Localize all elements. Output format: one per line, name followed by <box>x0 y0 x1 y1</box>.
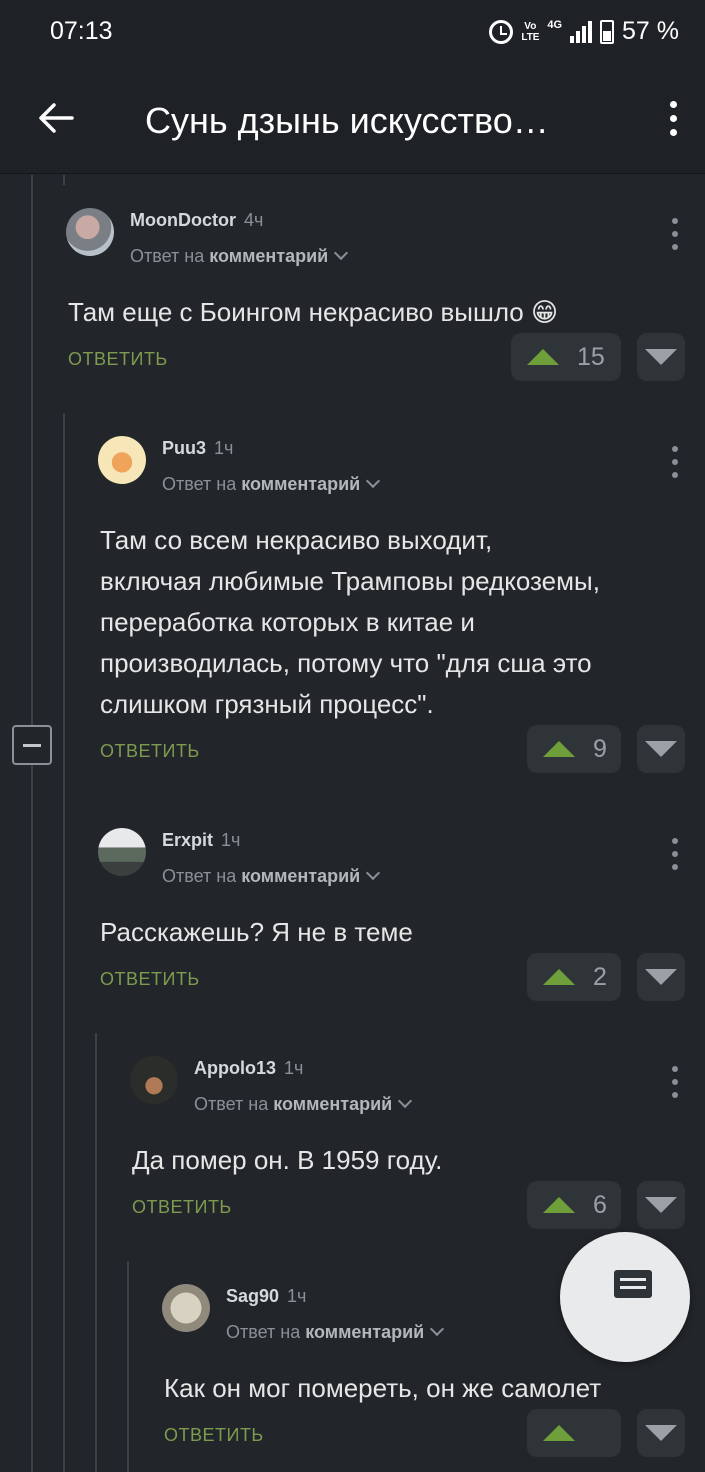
downvote-arrow-icon <box>645 969 677 985</box>
comment-age: 1ч <box>287 1286 307 1306</box>
downvote-button[interactable] <box>637 725 685 773</box>
upvote-button[interactable]: 9 <box>527 725 621 773</box>
page-title: Сунь дзынь искусство… <box>145 100 549 141</box>
avatar[interactable] <box>98 436 146 484</box>
reply-to-link[interactable]: Ответ на комментарий <box>162 865 381 887</box>
comment-menu-button[interactable] <box>669 218 681 250</box>
thread-line <box>127 1261 129 1472</box>
vote-count: 15 <box>577 342 605 371</box>
battery-icon <box>600 19 615 44</box>
comment: Appolo13 1ч Ответ на комментарий Да помер… <box>130 1056 705 1236</box>
comment-text: Там со всем некрасиво выходит, включая л… <box>100 525 600 719</box>
chevron-down-icon <box>334 245 349 261</box>
avatar[interactable] <box>130 1056 178 1104</box>
status-time: 07:13 <box>50 17 113 45</box>
downvote-button[interactable] <box>637 1181 685 1229</box>
overflow-menu-button[interactable] <box>655 96 691 140</box>
reply-button[interactable]: ОТВЕТИТЬ <box>68 349 168 370</box>
chevron-down-icon <box>430 1321 445 1337</box>
thread-line <box>95 1033 97 1472</box>
thread-line <box>63 175 65 185</box>
back-button[interactable] <box>34 96 80 142</box>
reply-button[interactable]: ОТВЕТИТЬ <box>132 1197 232 1218</box>
upvote-button[interactable] <box>527 1409 621 1457</box>
comment-author[interactable]: Erxpit 1ч <box>162 830 240 851</box>
chevron-down-icon <box>366 865 381 881</box>
comments-fab-button[interactable] <box>560 1232 690 1362</box>
avatar[interactable] <box>66 208 114 256</box>
vote-count: 9 <box>593 734 607 763</box>
reply-button[interactable]: ОТВЕТИТЬ <box>100 741 200 762</box>
upvote-arrow-icon <box>527 349 559 365</box>
thread-line <box>63 413 65 1472</box>
comment-author[interactable]: MoonDoctor 4ч <box>130 210 263 231</box>
volte-icon: Vo LTE <box>521 20 540 43</box>
avatar[interactable] <box>162 1284 210 1332</box>
vote-count: 2 <box>593 962 607 991</box>
comment: Puu3 1ч Ответ на комментарий Там со всем … <box>98 436 705 796</box>
status-bar: 07:13 Vo LTE 4G 57 % <box>0 0 705 66</box>
status-icons: Vo LTE 4G 57 % <box>489 17 679 46</box>
comment: MoonDoctor 4ч Ответ на комментарий Там ещ… <box>66 208 705 398</box>
comment-author[interactable]: Sag90 1ч <box>226 1286 306 1307</box>
chevron-down-icon <box>398 1093 413 1109</box>
comment-menu-button[interactable] <box>669 1066 681 1098</box>
alarm-icon <box>489 19 514 44</box>
avatar[interactable] <box>98 828 146 876</box>
comment-author[interactable]: Appolo13 1ч <box>194 1058 303 1079</box>
upvote-button[interactable]: 15 <box>511 333 621 381</box>
comment-age: 4ч <box>243 210 264 230</box>
back-arrow-icon <box>39 103 74 133</box>
collapse-thread-button[interactable] <box>12 725 52 765</box>
comment-text: Там еще с Боингом некрасиво вышло 😁 <box>68 297 559 327</box>
thread-line <box>31 175 33 1472</box>
signal-icon <box>570 20 593 43</box>
battery-percent: 57 % <box>622 17 679 45</box>
downvote-arrow-icon <box>645 741 677 757</box>
upvote-arrow-icon <box>543 1425 575 1441</box>
downvote-arrow-icon <box>645 1425 677 1441</box>
comment-text: Да помер он. В 1959 году. <box>132 1145 443 1175</box>
reply-to-link[interactable]: Ответ на комментарий <box>130 245 349 267</box>
upvote-arrow-icon <box>543 741 575 757</box>
comment-age: 1ч <box>221 830 241 850</box>
comment-text: Расскажешь? Я не в теме <box>100 917 413 947</box>
app-bar: Сунь дзынь искусство… <box>0 66 705 174</box>
comment: Erxpit 1ч Ответ на комментарий Расскажешь… <box>98 828 705 1008</box>
reply-button[interactable]: ОТВЕТИТЬ <box>164 1425 264 1446</box>
comment-menu-button[interactable] <box>669 838 681 870</box>
reply-to-link[interactable]: Ответ на комментарий <box>194 1093 413 1115</box>
vote-count: 6 <box>593 1190 607 1219</box>
reply-to-link[interactable]: Ответ на комментарий <box>226 1321 445 1343</box>
upvote-arrow-icon <box>543 969 575 985</box>
chevron-down-icon <box>366 473 381 489</box>
reply-button[interactable]: ОТВЕТИТЬ <box>100 969 200 990</box>
comment-age: 1ч <box>214 438 234 458</box>
comment-text: Как он мог помереть, он же самолет <box>164 1373 602 1403</box>
upvote-arrow-icon <box>543 1197 575 1213</box>
upvote-button[interactable]: 2 <box>527 953 621 1001</box>
downvote-button[interactable] <box>637 1409 685 1457</box>
upvote-button[interactable]: 6 <box>527 1181 621 1229</box>
downvote-arrow-icon <box>645 349 677 365</box>
downvote-button[interactable] <box>637 953 685 1001</box>
comment-age: 1ч <box>284 1058 304 1078</box>
comment-lines-icon <box>614 1270 652 1298</box>
network-type-icon: 4G <box>547 18 563 31</box>
comment-menu-button[interactable] <box>669 446 681 478</box>
reply-to-link[interactable]: Ответ на комментарий <box>162 473 381 495</box>
comment-author[interactable]: Puu3 1ч <box>162 438 233 459</box>
downvote-arrow-icon <box>645 1197 677 1213</box>
downvote-button[interactable] <box>637 333 685 381</box>
